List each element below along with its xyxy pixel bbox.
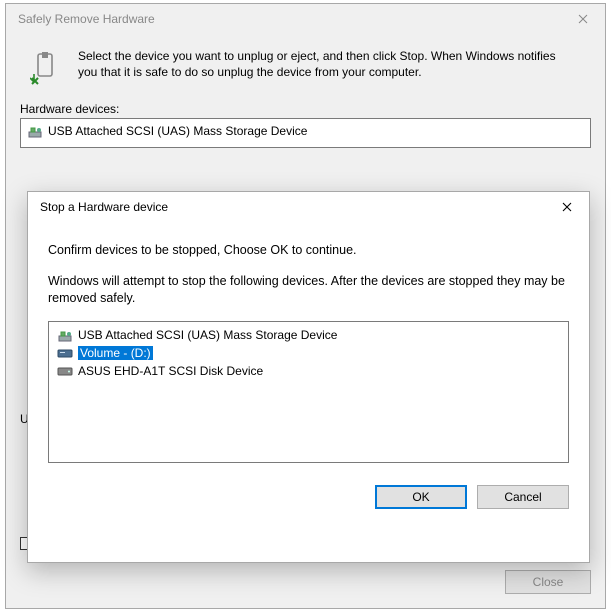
eject-icon: [28, 48, 62, 86]
dialog-button-row: OK Cancel: [48, 485, 569, 509]
dialog-para-1: Confirm devices to be stopped, Choose OK…: [48, 242, 569, 259]
cancel-button[interactable]: Cancel: [477, 485, 569, 509]
window-title: Safely Remove Hardware: [18, 12, 560, 26]
intro-text: Select the device you want to unplug or …: [78, 48, 558, 86]
titlebar: Safely Remove Hardware: [6, 4, 605, 34]
ok-button[interactable]: OK: [375, 485, 467, 509]
window-close-button[interactable]: [560, 4, 605, 34]
list-item[interactable]: USB Attached SCSI (UAS) Mass Storage Dev…: [25, 122, 586, 140]
list-item[interactable]: ASUS EHD-A1T SCSI Disk Device: [55, 362, 562, 380]
dialog-title: Stop a Hardware device: [40, 200, 544, 214]
dialog-body: Confirm devices to be stopped, Choose OK…: [28, 222, 589, 523]
disk-icon: [57, 363, 73, 379]
device-label: USB Attached SCSI (UAS) Mass Storage Dev…: [78, 328, 337, 342]
devices-to-stop-list[interactable]: USB Attached SCSI (UAS) Mass Storage Dev…: [48, 321, 569, 463]
list-item[interactable]: Volume - (D:): [55, 344, 562, 362]
close-button-label: Close: [533, 575, 564, 589]
cancel-button-label: Cancel: [504, 490, 541, 504]
device-label: USB Attached SCSI (UAS) Mass Storage Dev…: [48, 124, 307, 138]
ok-button-label: OK: [412, 490, 429, 504]
device-label: ASUS EHD-A1T SCSI Disk Device: [78, 364, 263, 378]
dialog-titlebar: Stop a Hardware device: [28, 192, 589, 222]
hardware-devices-list[interactable]: USB Attached SCSI (UAS) Mass Storage Dev…: [20, 118, 591, 148]
dialog-para-2: Windows will attempt to stop the followi…: [48, 273, 569, 307]
hardware-devices-label: Hardware devices:: [20, 102, 591, 116]
usb-device-icon: [57, 327, 73, 343]
drive-icon: [57, 345, 73, 361]
close-icon: [562, 202, 572, 212]
list-item[interactable]: USB Attached SCSI (UAS) Mass Storage Dev…: [55, 326, 562, 344]
stop-hardware-dialog: Stop a Hardware device Confirm devices t…: [27, 191, 590, 563]
window-body: Select the device you want to unplug or …: [6, 34, 605, 158]
usb-device-icon: [27, 123, 43, 139]
close-icon: [578, 14, 588, 24]
close-button[interactable]: Close: [505, 570, 591, 594]
dialog-close-button[interactable]: [544, 192, 589, 222]
intro-block: Select the device you want to unplug or …: [20, 44, 591, 100]
device-label: Volume - (D:): [78, 346, 153, 360]
